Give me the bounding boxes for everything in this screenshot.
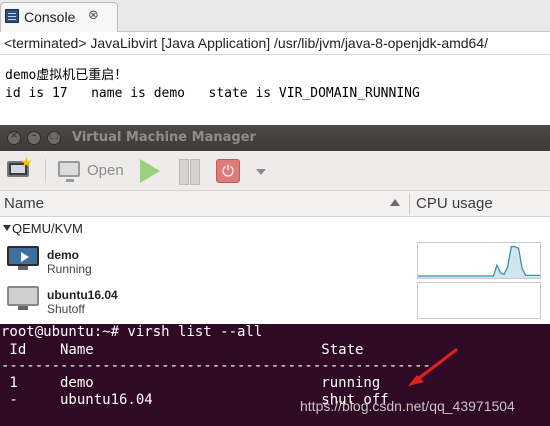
close-icon[interactable]: ⊗ — [88, 8, 99, 23]
column-divider[interactable] — [409, 193, 410, 215]
window-minimize-button[interactable]: – — [27, 130, 41, 145]
vm-running-icon — [7, 246, 39, 270]
vm-shutoff-icon — [7, 286, 39, 310]
toolbar-separator — [45, 159, 46, 183]
vm-status: Running — [47, 262, 92, 276]
terminal-table-row: 1 demo running — [1, 375, 381, 391]
vm-row-demo[interactable]: demo Running — [0, 241, 550, 279]
vm-name: demo — [47, 248, 80, 262]
terminal-table-header: Id Name State — [1, 342, 364, 358]
pause-icon[interactable] — [178, 159, 200, 185]
vm-name: ubuntu16.04 — [47, 288, 118, 302]
console-output-line: id is 17 name is demo state is VIR_DOMAI… — [5, 86, 420, 101]
play-icon[interactable] — [140, 159, 160, 183]
cpu-usage-graph — [417, 282, 541, 319]
vm-status: Shutoff — [47, 302, 85, 316]
vm-list: QEMU/KVM demo Running ubuntu16.04 Shutof… — [0, 217, 550, 324]
vm-list-header: Name CPU usage — [0, 191, 550, 217]
power-glyph: ⏻ — [222, 162, 234, 180]
cpu-usage-area — [418, 246, 540, 278]
sort-ascending-icon[interactable] — [390, 199, 400, 206]
expander-arrow-icon[interactable] — [3, 225, 11, 231]
terminal-prompt-line: root@ubuntu:~# virsh list --all — [1, 324, 263, 340]
vmm-toolbar: ★ Open ⏻ — [0, 151, 550, 191]
window-titlebar[interactable]: × – □ Virtual Machine Manager — [0, 125, 550, 151]
console-tab-label: Console — [24, 9, 76, 25]
connection-label: QEMU/KVM — [12, 221, 83, 236]
cpu-usage-sparkline — [418, 245, 540, 278]
column-header-cpu[interactable]: CPU usage — [416, 195, 493, 212]
red-arrow-annotation — [408, 348, 458, 386]
watermark: https://blog.csdn.net/qq_43971504 — [300, 398, 515, 414]
open-button[interactable]: Open — [87, 162, 124, 179]
console-output-line: demo虚拟机已重启！ — [5, 68, 128, 83]
window-close-button[interactable]: × — [7, 130, 21, 145]
vm-row-ubuntu[interactable]: ubuntu16.04 Shutoff — [0, 281, 550, 319]
window-maximize-button[interactable]: □ — [47, 130, 61, 145]
console-status-line: <terminated> JavaLibvirt [Java Applicati… — [0, 33, 550, 55]
console-icon — [5, 9, 19, 23]
terminal[interactable]: root@ubuntu:~# virsh list --all Id Name … — [0, 324, 550, 426]
star-icon: ★ — [20, 155, 33, 171]
new-vm-button[interactable]: ★ — [5, 156, 35, 184]
column-header-name[interactable]: Name — [4, 195, 44, 212]
vmm-window: × – □ Virtual Machine Manager ★ Open ⏻ N… — [0, 125, 550, 324]
connection-row[interactable]: QEMU/KVM — [0, 221, 550, 237]
tab-console[interactable]: Console ⊗ — [0, 2, 118, 32]
window-title: Virtual Machine Manager — [72, 130, 256, 145]
power-icon[interactable]: ⏻ — [216, 159, 240, 183]
dropdown-arrow-icon[interactable] — [256, 169, 266, 175]
open-console-icon[interactable] — [58, 161, 80, 182]
console-view: Console ⊗ <terminated> JavaLibvirt [Java… — [0, 0, 550, 125]
terminal-separator: ----------------------------------------… — [1, 358, 440, 374]
console-tab-bar: Console ⊗ — [0, 0, 550, 32]
cpu-usage-graph — [417, 242, 541, 279]
